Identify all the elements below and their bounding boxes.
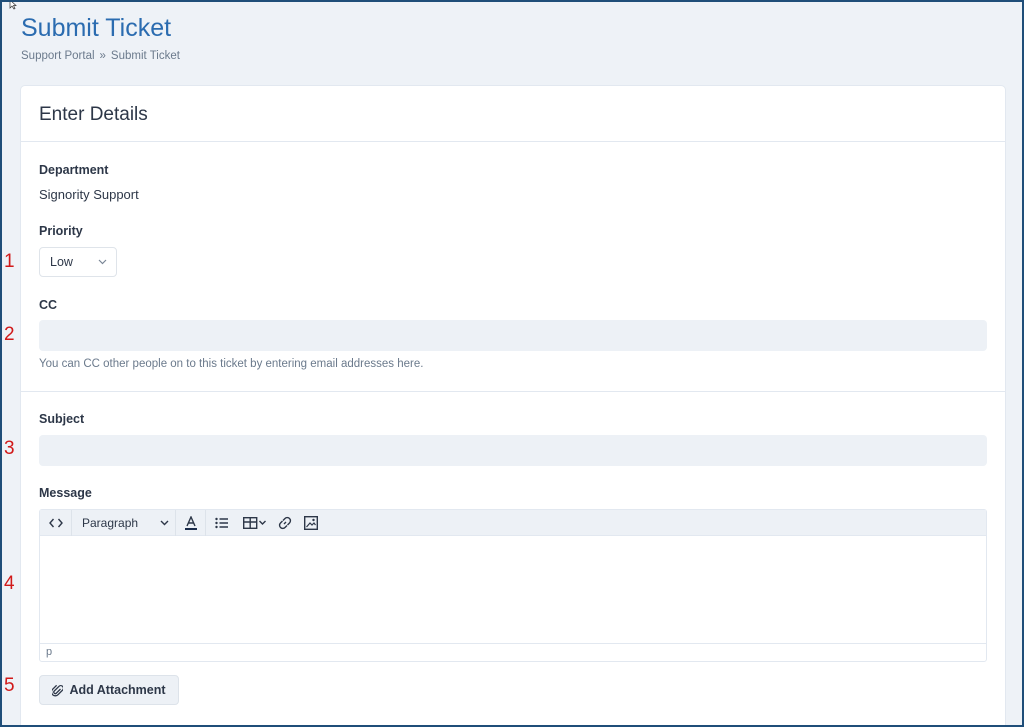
subject-input[interactable] <box>39 435 987 466</box>
element-path: p <box>46 646 53 658</box>
editor-toolbar: Paragraph <box>40 509 986 536</box>
message-editor: Paragraph p <box>39 509 987 662</box>
breadcrumb-link-support-portal[interactable]: Support Portal <box>21 50 95 62</box>
paperclip-icon <box>52 684 64 696</box>
cc-input[interactable] <box>39 320 987 351</box>
breadcrumb-current: Submit Ticket <box>110 50 180 62</box>
insert-image-button[interactable] <box>298 510 324 536</box>
annotation-3: 3 <box>4 438 15 459</box>
chevron-down-icon <box>98 259 107 265</box>
message-label: Message <box>39 486 92 500</box>
chevron-down-icon <box>160 520 169 525</box>
department-value: Signority Support <box>39 187 139 202</box>
subject-label: Subject <box>39 412 85 426</box>
priority-select[interactable]: Low <box>39 247 117 277</box>
section-divider <box>21 391 1005 392</box>
page-title: Submit Ticket <box>21 14 172 42</box>
source-code-button[interactable] <box>40 509 72 536</box>
text-color-button[interactable] <box>176 509 206 536</box>
annotation-5: 5 <box>4 675 15 696</box>
priority-selected-value: Low <box>50 255 73 269</box>
cc-help-text: You can CC other people on to this ticke… <box>39 358 424 370</box>
bullet-list-icon <box>215 517 228 528</box>
table-icon <box>243 516 266 529</box>
link-icon <box>278 516 292 529</box>
table-button[interactable] <box>238 510 272 536</box>
image-icon <box>304 515 318 530</box>
format-dropdown[interactable]: Paragraph <box>72 509 176 536</box>
add-attachment-button[interactable]: Add Attachment <box>39 675 179 705</box>
card-title: Enter Details <box>39 104 148 125</box>
format-dropdown-label: Paragraph <box>82 515 139 530</box>
annotation-2: 2 <box>4 324 15 345</box>
breadcrumb: Support Portal » Submit Ticket <box>21 50 180 62</box>
bullet-list-button[interactable] <box>206 510 238 536</box>
annotation-1: 1 <box>4 251 15 272</box>
department-label: Department <box>39 163 109 177</box>
card-header: Enter Details <box>21 86 1005 142</box>
cc-label: CC <box>39 298 58 312</box>
message-editor-body[interactable] <box>40 536 986 643</box>
mouse-cursor-icon <box>9 0 17 10</box>
priority-label: Priority <box>39 224 83 238</box>
breadcrumb-separator: » <box>99 50 106 62</box>
ticket-form-card: Enter Details Department Signority Suppo… <box>4 86 1005 727</box>
editor-statusbar: p <box>40 643 986 661</box>
text-color-icon <box>184 515 197 530</box>
code-icon <box>48 518 63 527</box>
annotation-4: 4 <box>4 573 15 594</box>
add-attachment-label: Add Attachment <box>69 683 166 697</box>
insert-link-button[interactable] <box>272 510 298 536</box>
